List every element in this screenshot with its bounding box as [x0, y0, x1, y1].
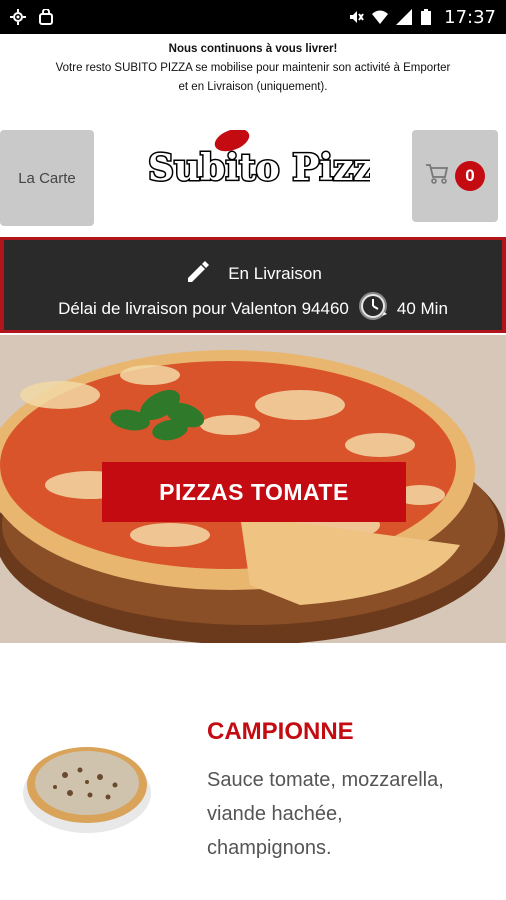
product-card[interactable]: CAMPIONNE Sauce tomate, mozzarella, vian…: [0, 690, 506, 900]
battery-icon: [420, 9, 436, 25]
clock-icon: [357, 290, 389, 327]
delivery-info-bar[interactable]: En Livraison Délai de livraison pour Val…: [0, 237, 506, 333]
product-image[interactable]: [20, 735, 154, 835]
delivery-mode: En Livraison: [228, 263, 322, 283]
pizzas-tomate-button[interactable]: PIZZAS TOMATE: [102, 462, 406, 522]
settings-icon: [10, 9, 26, 25]
subito-pizza-logo[interactable]: Subito Pizza Subito Pizza: [140, 128, 399, 210]
notice-line-3: et en Livraison (uniquement).: [178, 81, 328, 93]
notice-line-2: Votre resto SUBITO PIZZA se mobilise pou…: [55, 62, 451, 74]
pencil-icon[interactable]: [184, 258, 210, 289]
category-banner[interactable]: PIZZAS TOMATE: [0, 335, 506, 643]
header: La Carte Subito Pizza Subito Pizza 0: [0, 128, 506, 226]
product-description: Sauce tomate, mozzarella, viande hachée,…: [207, 769, 444, 859]
signal-icon: [396, 9, 413, 25]
status-bar: 17:37: [0, 0, 506, 34]
wifi-icon: [372, 9, 389, 25]
product-name[interactable]: CAMPIONNE: [207, 718, 354, 746]
clock-text: 17:37: [444, 6, 496, 28]
cart-icon: [425, 163, 449, 190]
delivery-time: 40 Min: [396, 298, 448, 318]
service-notice: Nous continuons à vous livrer! Votre res…: [0, 40, 506, 97]
menu-button[interactable]: La Carte: [0, 130, 94, 226]
delivery-info-text: Délai de livraison pour Valenton 94460: [58, 298, 349, 318]
mute-icon: [348, 9, 364, 25]
cart-count-badge: 0: [455, 161, 485, 191]
cart-button[interactable]: 0: [412, 130, 498, 222]
notice-line-1: Nous continuons à vous livrer!: [168, 43, 338, 55]
status-icons-left: [10, 8, 54, 25]
svg-text:Subito Pizza: Subito Pizza: [148, 147, 370, 189]
status-icons-right: 17:37: [348, 7, 496, 28]
shopping-bag-icon: [38, 8, 54, 25]
